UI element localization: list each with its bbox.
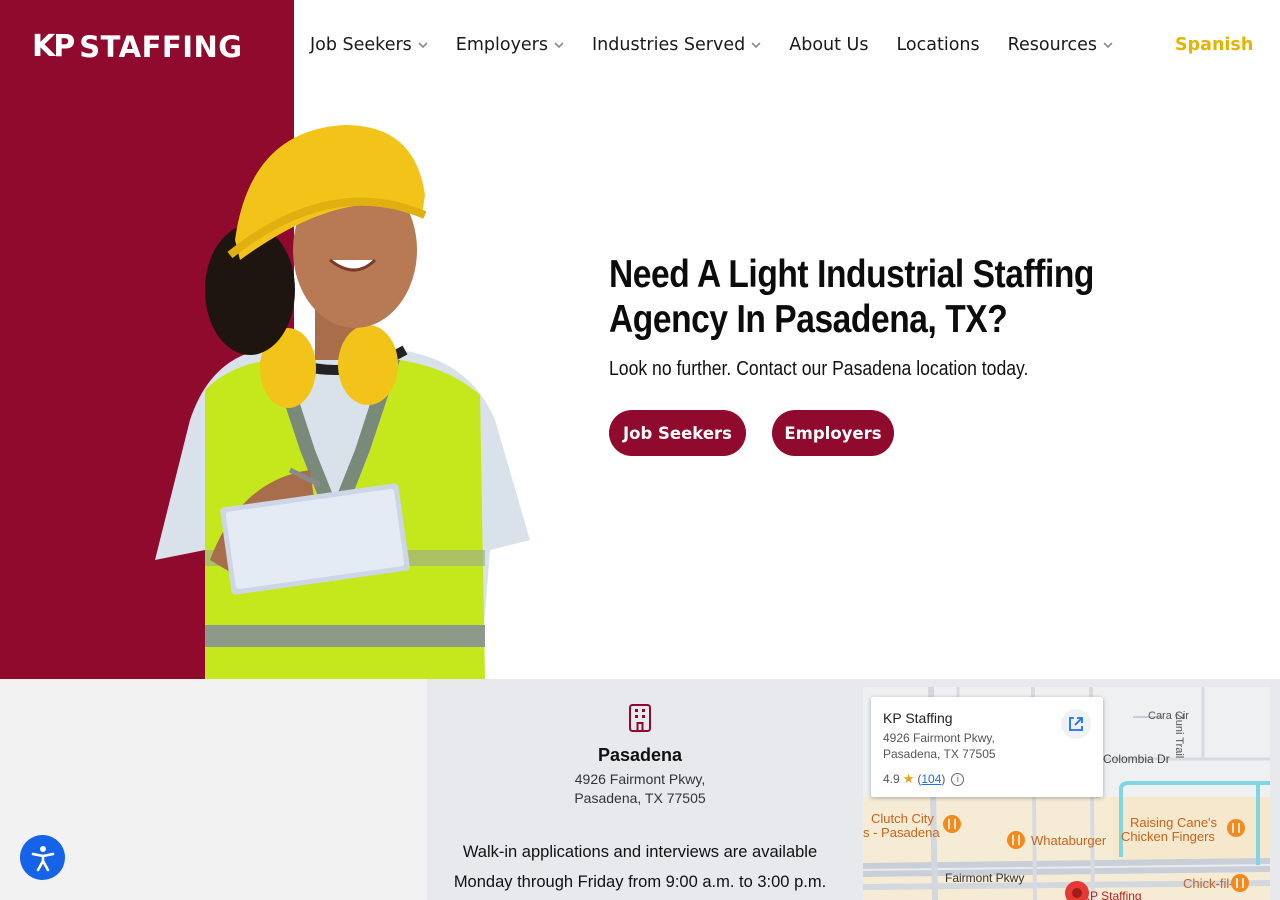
hours-line1: Walk-in applications and interviews are … bbox=[462, 843, 818, 861]
map-label-fairmont-pkwy: Fairmont Pkwy bbox=[945, 871, 1025, 885]
building-icon bbox=[629, 704, 651, 732]
nav-locations[interactable]: Locations bbox=[896, 35, 979, 55]
star-icon: ★ bbox=[902, 771, 915, 786]
nav-employers-label: Employers bbox=[455, 35, 548, 55]
hero-title: Need A Light Industrial Staffing Agency … bbox=[609, 253, 1094, 341]
chevron-down-icon bbox=[554, 42, 564, 49]
nav-locations-label: Locations bbox=[896, 35, 980, 55]
nav-about-us[interactable]: About Us bbox=[789, 35, 868, 55]
map-label-raising-canes-2: Chicken Fingers bbox=[1121, 829, 1215, 844]
nav-industries-label: Industries Served bbox=[592, 35, 746, 55]
chevron-down-icon bbox=[751, 42, 761, 49]
map-label-clutch-city-2: s - Pasadena bbox=[863, 825, 940, 840]
location-pin-icon[interactable] bbox=[1064, 880, 1090, 900]
logo-kp: KP bbox=[32, 29, 75, 64]
review-count-link[interactable]: 104 bbox=[921, 772, 941, 786]
hero-section: Need A Light Industrial Staffing Agency … bbox=[609, 252, 1169, 456]
location-address-line2: Pasadena, TX 77505 bbox=[574, 790, 706, 806]
info-icon[interactable]: i bbox=[951, 772, 965, 786]
location-address-line1: 4926 Fairmont Pkwy, bbox=[574, 771, 706, 787]
location-name: Pasadena bbox=[597, 745, 683, 765]
restaurant-pin-icon[interactable] bbox=[942, 814, 962, 836]
nav-employers[interactable]: Employers bbox=[456, 35, 564, 55]
restaurant-pin-icon[interactable] bbox=[1006, 830, 1026, 852]
hero-worker-image bbox=[155, 125, 530, 679]
map-panel: KP Staffing 4926 Fairmont Pkwy, Pasadena… bbox=[853, 679, 1280, 900]
map-label-kp-staffing: KP Staffing bbox=[1082, 889, 1142, 900]
map-card-title: KP Staffing bbox=[883, 710, 953, 726]
nav-industries-served[interactable]: Industries Served bbox=[592, 35, 761, 55]
open-in-maps-button[interactable] bbox=[1061, 709, 1091, 739]
nav-job-seekers-label: Job Seekers bbox=[310, 35, 412, 55]
map-label-raising-canes: Raising Cane's bbox=[1130, 815, 1218, 830]
nav-job-seekers[interactable]: Job Seekers bbox=[310, 35, 428, 55]
location-info: Pasadena 4926 Fairmont Pkwy, Pasadena, T… bbox=[427, 679, 853, 900]
map-card-address2: Pasadena, TX 77505 bbox=[883, 747, 996, 761]
kp-staffing-logo[interactable]: KP STAFFING bbox=[32, 29, 243, 64]
hero-buttons: Job Seekers Employers bbox=[609, 410, 894, 456]
employers-button[interactable]: Employers bbox=[772, 410, 894, 456]
map-label-whataburger: Whataburger bbox=[1031, 833, 1107, 848]
nav-about-label: About Us bbox=[789, 35, 869, 55]
logo-staffing: STAFFING bbox=[79, 29, 243, 64]
map-card-address1: 4926 Fairmont Pkwy, bbox=[883, 731, 995, 745]
map-card-rating: 4.9 ★ (104) i bbox=[883, 771, 965, 787]
map-label-colombia-dr: Colombia Dr bbox=[1103, 752, 1170, 766]
map-place-card: KP Staffing 4926 Fairmont Pkwy, Pasadena… bbox=[871, 697, 1103, 797]
external-link-icon bbox=[1069, 717, 1083, 731]
main-nav: Job Seekers Employers Industries Served … bbox=[310, 26, 1253, 64]
chevron-down-icon bbox=[1103, 42, 1113, 49]
restaurant-pin-icon[interactable] bbox=[1230, 873, 1250, 895]
google-map[interactable]: KP Staffing 4926 Fairmont Pkwy, Pasadena… bbox=[863, 687, 1270, 900]
nav-resources[interactable]: Resources bbox=[1008, 35, 1113, 55]
hero-subtitle: Look no further. Contact our Pasadena lo… bbox=[609, 358, 1029, 380]
job-seekers-button[interactable]: Job Seekers bbox=[609, 410, 746, 456]
accessibility-button[interactable] bbox=[20, 835, 65, 880]
map-label-zuni-trail: Zuni Trail bbox=[1173, 713, 1185, 759]
map-label-clutch-city: Clutch City bbox=[871, 811, 934, 826]
hours-line2: Monday through Friday from 9:00 a.m. to … bbox=[453, 873, 827, 891]
lower-band-left bbox=[0, 679, 427, 900]
accessibility-icon bbox=[31, 845, 54, 871]
rating-value: 4.9 bbox=[883, 772, 900, 786]
chevron-down-icon bbox=[418, 42, 428, 49]
rating-close-paren: ) bbox=[941, 772, 946, 786]
nav-resources-label: Resources bbox=[1007, 35, 1097, 55]
language-spanish-link[interactable]: Spanish bbox=[1175, 35, 1253, 55]
restaurant-pin-icon[interactable] bbox=[1226, 818, 1246, 840]
